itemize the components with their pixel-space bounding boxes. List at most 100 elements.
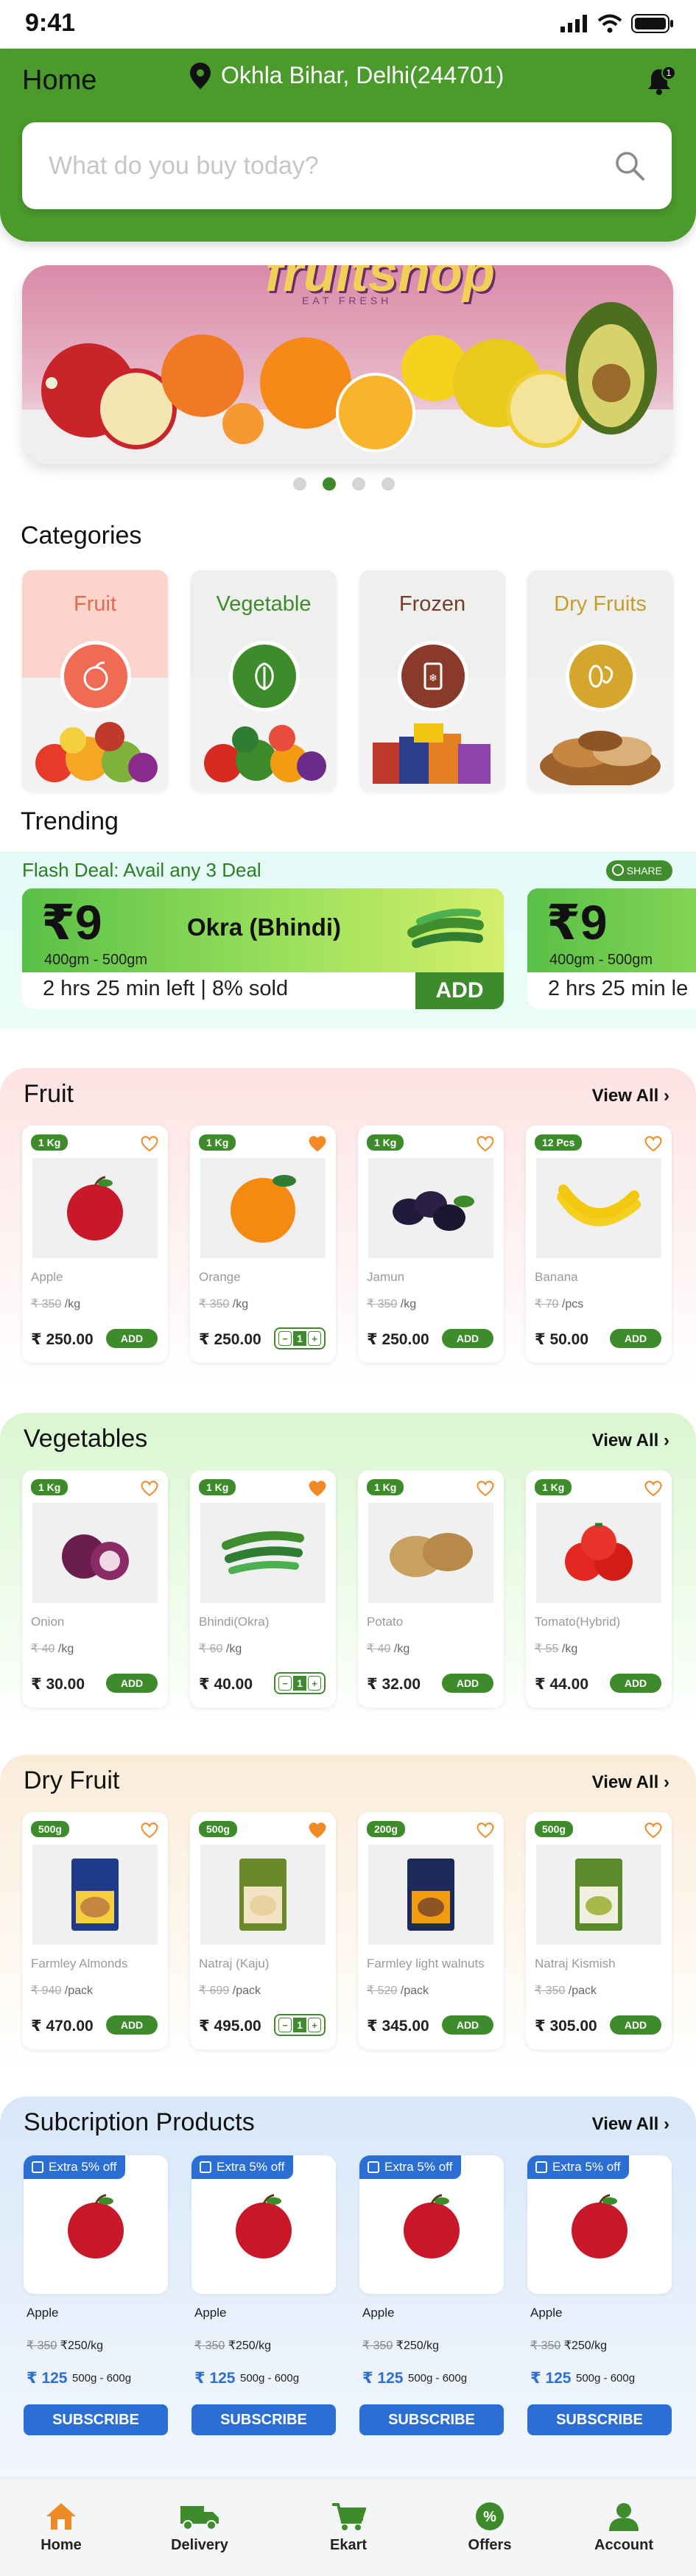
product-card[interactable]: 12 Pcs Banana ₹ 70 /pcs ₹ 50.00 ADD — [526, 1126, 672, 1363]
category-frozen[interactable]: Frozen ❄ — [359, 570, 505, 791]
product-image — [200, 1158, 326, 1258]
subscribe-button[interactable]: SUBSCRIBE — [359, 2404, 504, 2435]
section-title: Vegetables — [24, 1425, 148, 1453]
product-card[interactable]: 1 Kg Tomato(Hybrid) ₹ 55 /kg ₹ 44.00 ADD — [526, 1470, 672, 1708]
location-selector[interactable]: Okhla Bihar, Delhi(244701) — [190, 62, 504, 89]
nav-account[interactable]: Account — [569, 2502, 679, 2554]
product-card[interactable]: 1 Kg Bhindi(Okra) ₹ 60 /kg ₹ 40.00 −1 + — [190, 1470, 336, 1708]
add-button[interactable]: ADD — [610, 1674, 661, 1693]
product-card[interactable]: 500g Farmley Almonds ₹ 940 /pack ₹ 470.00 AD… — [22, 1812, 168, 2049]
pagination-dot[interactable] — [352, 477, 365, 491]
subscription-price: ₹ 125 — [530, 2370, 572, 2387]
favorite-heart-icon[interactable] — [476, 1479, 495, 1501]
search-icon[interactable] — [614, 150, 645, 181]
strike-price: ₹ 350 — [362, 2340, 393, 2352]
subscription-card[interactable]: Extra 5% off Apple ₹ 350 ₹250/kg ₹ 125 500g … — [191, 2155, 336, 2435]
weight-badge: 1 Kg — [31, 1134, 68, 1151]
product-price: ₹ 40.00 — [199, 1676, 253, 1693]
price-unit: /pack — [64, 1984, 94, 1997]
favorite-heart-icon[interactable] — [308, 1134, 327, 1156]
add-button[interactable]: ADD — [106, 1329, 158, 1348]
nav-offers[interactable]: % Offers — [435, 2502, 545, 2554]
decrement-button[interactable]: − — [278, 1676, 292, 1691]
favorite-heart-icon[interactable] — [644, 1134, 663, 1156]
product-card[interactable]: 200g Farmley light walnuts ₹ 520 /pack ₹ 34… — [358, 1812, 504, 2049]
quantity-stepper[interactable]: −1 + — [274, 1327, 326, 1350]
truck-icon — [180, 2506, 219, 2530]
product-name: Potato — [367, 1615, 404, 1629]
dry-fruits-icon — [566, 641, 636, 712]
search-bar[interactable] — [22, 122, 672, 209]
add-button[interactable]: ADD — [442, 1329, 493, 1348]
product-card[interactable]: 1 Kg Potato ₹ 40 /kg ₹ 32.00 ADD — [358, 1470, 504, 1708]
deal-add-button[interactable]: ADD — [415, 972, 504, 1009]
product-card[interactable]: 1 Kg Apple ₹ 350 /kg ₹ 250.00 ADD — [22, 1126, 168, 1363]
quantity-stepper[interactable]: −1 + — [274, 2014, 326, 2036]
favorite-heart-icon[interactable] — [644, 1479, 663, 1501]
add-button[interactable]: ADD — [610, 2015, 661, 2035]
pagination-dot-active[interactable] — [323, 477, 336, 491]
increment-button[interactable]: + — [308, 2018, 321, 2032]
favorite-heart-icon[interactable] — [140, 1134, 159, 1156]
add-button[interactable]: ADD — [442, 2015, 493, 2035]
product-card[interactable]: 1 Kg Onion ₹ 40 /kg ₹ 30.00 ADD — [22, 1470, 168, 1708]
pagination-dot[interactable] — [382, 477, 395, 491]
product-card[interactable]: 500g Natraj (Kaju) ₹ 699 /pack ₹ 495.00 −1 + — [190, 1812, 336, 2049]
quantity-stepper[interactable]: −1 + — [274, 1672, 326, 1694]
flash-deal-card[interactable]: ₹9 Okra (Bhindi) 400gm - 500gm 2 hrs 25 … — [22, 888, 504, 1009]
share-button[interactable]: SHARE — [605, 860, 672, 881]
product-price: ₹ 305.00 — [535, 2018, 597, 2035]
subscribe-button[interactable]: SUBSCRIBE — [24, 2404, 168, 2435]
product-card[interactable]: 1 Kg Orange ₹ 350 /kg ₹ 250.00 −1 + — [190, 1126, 336, 1363]
decrement-button[interactable]: − — [278, 1331, 292, 1346]
nav-ekart[interactable]: Ekart — [293, 2502, 404, 2554]
location-pin-icon — [190, 62, 211, 89]
okra-image — [407, 908, 484, 948]
product-image — [536, 1845, 661, 1945]
view-all-link[interactable]: View All › — [592, 1772, 669, 1793]
favorite-heart-icon[interactable] — [308, 1821, 327, 1842]
add-button[interactable]: ADD — [106, 1674, 158, 1693]
subscription-card[interactable]: Extra 5% off Apple ₹ 350 ₹250/kg ₹ 125 500g … — [527, 2155, 672, 2435]
nav-delivery[interactable]: Delivery — [144, 2502, 255, 2554]
offers-icon: % — [476, 2502, 504, 2530]
favorite-heart-icon[interactable] — [644, 1821, 663, 1842]
product-name: Onion — [31, 1615, 65, 1629]
promo-banner[interactable]: fruitshop EAT FRESH — [22, 265, 673, 464]
favorite-heart-icon[interactable] — [140, 1479, 159, 1501]
favorite-heart-icon[interactable] — [140, 1821, 159, 1842]
subscribe-button[interactable]: SUBSCRIBE — [527, 2404, 672, 2435]
category-vegetable[interactable]: Vegetable — [191, 570, 337, 791]
favorite-heart-icon[interactable] — [308, 1479, 327, 1501]
category-fruit[interactable]: Fruit — [22, 570, 168, 791]
price-unit: /kg — [561, 1643, 578, 1655]
category-dry-fruits[interactable]: Dry Fruits — [527, 570, 673, 791]
view-all-link[interactable]: View All › — [592, 1431, 669, 1451]
view-all-link[interactable]: View All › — [592, 1086, 669, 1106]
product-card[interactable]: 500g Natraj Kismish ₹ 350 /pack ₹ 305.00 ADD — [526, 1812, 672, 2049]
product-image — [536, 1158, 661, 1258]
home-icon — [46, 2503, 76, 2530]
subscription-card[interactable]: Extra 5% off Apple ₹ 350 ₹250/kg ₹ 125 500g … — [359, 2155, 504, 2435]
add-button[interactable]: ADD — [610, 1329, 661, 1348]
strike-price: ₹ 55 — [535, 1643, 559, 1655]
increment-button[interactable]: + — [308, 1331, 321, 1346]
view-all-link[interactable]: View All › — [592, 2114, 669, 2135]
favorite-heart-icon[interactable] — [476, 1134, 495, 1156]
subscription-card[interactable]: Extra 5% off Apple ₹ 350 ₹250/kg ₹ 125 500g … — [24, 2155, 168, 2435]
favorite-heart-icon[interactable] — [476, 1821, 495, 1842]
add-button[interactable]: ADD — [442, 1674, 493, 1693]
notification-button[interactable]: 1 — [644, 65, 677, 101]
product-name: Apple — [530, 2306, 563, 2320]
pagination-dot[interactable] — [293, 477, 306, 491]
subscribe-button[interactable]: SUBSCRIBE — [191, 2404, 336, 2435]
view-all-label: View All — [591, 1086, 659, 1106]
decrement-button[interactable]: − — [278, 2018, 292, 2032]
product-image — [32, 1503, 158, 1603]
product-card[interactable]: 1 Kg Jamun ₹ 350 /kg ₹ 250.00 ADD — [358, 1126, 504, 1363]
increment-button[interactable]: + — [308, 1676, 321, 1691]
add-button[interactable]: ADD — [106, 2015, 158, 2035]
search-input[interactable] — [49, 146, 608, 186]
nav-home[interactable]: Home — [6, 2502, 116, 2554]
flash-deal-card[interactable]: ₹9 400gm - 500gm 2 hrs 25 min le — [527, 888, 696, 1009]
